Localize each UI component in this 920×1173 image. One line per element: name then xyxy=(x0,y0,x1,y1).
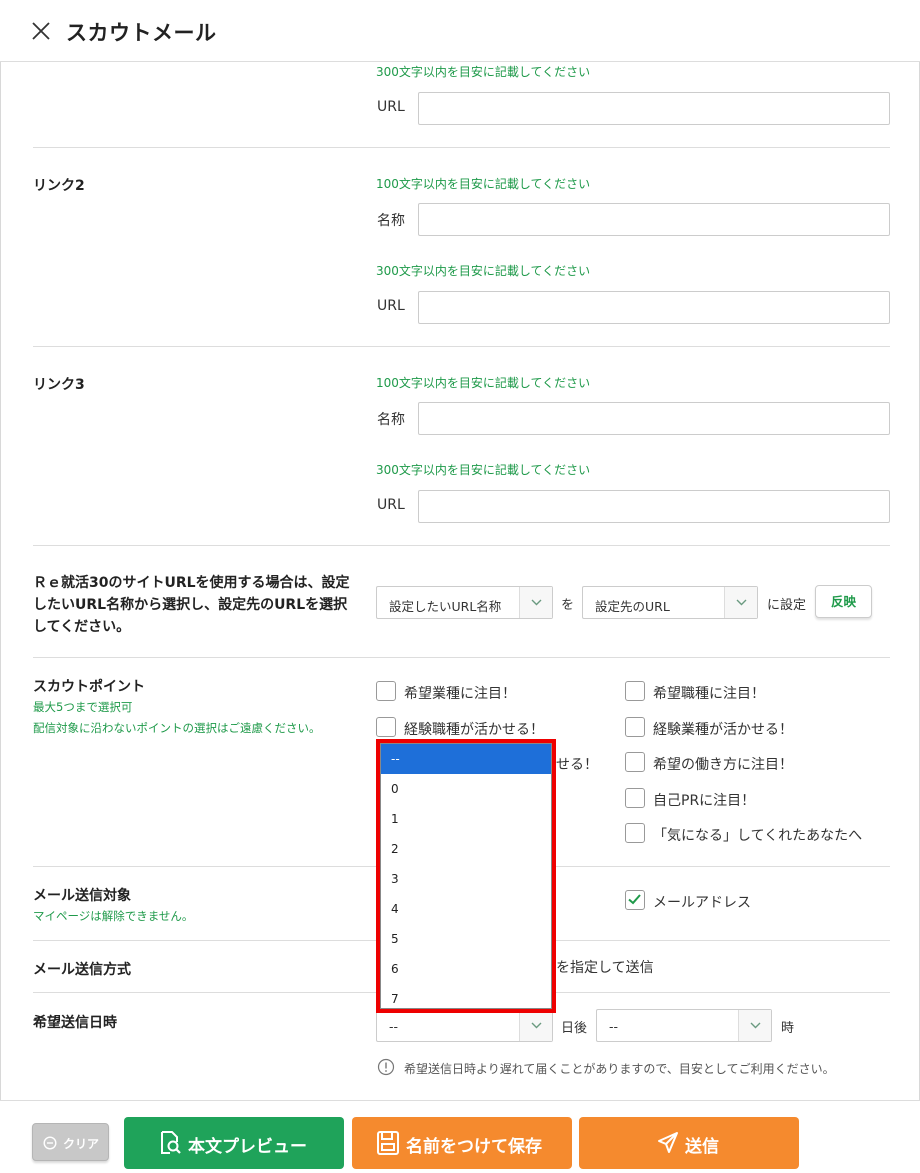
link2-url-label: URL xyxy=(377,298,405,314)
link3-name-label: 名称 xyxy=(377,412,405,428)
link2-url-hint: 300文字以内を目安に記載してください xyxy=(376,264,591,278)
divider xyxy=(33,545,890,546)
page-title: スカウトメール xyxy=(66,21,217,45)
dropdown-option[interactable]: -- xyxy=(381,744,551,774)
url-dest-select[interactable]: 設定先のURL xyxy=(582,586,758,619)
checkbox-label: 自己PRに注目！ xyxy=(653,793,756,809)
link2-label: リンク2 xyxy=(33,178,85,194)
site-url-label-line3: してください。 xyxy=(33,619,131,635)
site-url-label-line2: したいURL名称から選択し、設定先のURLを選択 xyxy=(33,597,348,613)
mail-target-note: マイページは解除できません。 xyxy=(33,909,194,923)
scout-point-label: スカウトポイント xyxy=(33,679,145,695)
footer-bar: クリア 本文プレビュー 名前をつけて保存 送信 xyxy=(0,1100,920,1173)
preview-label: 本文プレビュー xyxy=(188,1137,307,1157)
link2-name-hint: 100文字以内を目安に記載してください xyxy=(376,177,591,191)
check-icon xyxy=(628,894,641,905)
days-select[interactable]: -- xyxy=(376,1009,553,1042)
checkbox-label-partial: せる！ xyxy=(556,757,598,773)
url-dest-select-value: 設定先のURL xyxy=(595,599,670,614)
modal-header: スカウトメール xyxy=(0,0,920,62)
link2-name-input[interactable] xyxy=(418,203,890,236)
checkbox-label: 希望の働き方に注目！ xyxy=(653,757,793,773)
link2-name-label: 名称 xyxy=(377,213,405,229)
site-url-label-line1: Ｒｅ就活30のサイトURLを使用する場合は、設定 xyxy=(33,575,350,591)
days-suffix: 日後 xyxy=(561,1021,588,1036)
scout-point-note1: 最大5つまで選択可 xyxy=(33,700,133,714)
set-text: に設定 xyxy=(767,598,807,613)
link3-url-input[interactable] xyxy=(418,490,890,523)
dropdown-option[interactable]: 0 xyxy=(381,774,551,804)
checkbox-interested[interactable] xyxy=(625,823,645,843)
save-label: 名前をつけて保存 xyxy=(406,1137,542,1157)
dropdown-option[interactable]: 1 xyxy=(381,804,551,834)
dropdown-option[interactable]: 7 xyxy=(381,984,551,1008)
mail-method-option-partial: を指定して送信 xyxy=(556,960,654,976)
dropdown-option[interactable]: 2 xyxy=(381,834,551,864)
send-datetime-label: 希望送信日時 xyxy=(33,1015,117,1031)
send-button[interactable]: 送信 xyxy=(579,1117,799,1169)
mail-method-label: メール送信方式 xyxy=(33,962,131,978)
chevron-down-icon xyxy=(519,1010,552,1041)
link3-name-input[interactable] xyxy=(418,402,890,435)
link3-url-hint: 300文字以内を目安に記載してください xyxy=(376,463,591,477)
dropdown-option[interactable]: 6 xyxy=(381,954,551,984)
divider xyxy=(33,657,890,658)
hour-select-value: -- xyxy=(609,1019,619,1034)
scout-point-note2: 配信対象に沿わないポイントの選択はご遠慮ください。 xyxy=(33,721,321,735)
checkbox-desired-industry[interactable] xyxy=(376,681,396,701)
checkbox-label: 経験業種が活かせる！ xyxy=(653,722,793,738)
checkbox-work-style[interactable] xyxy=(625,752,645,772)
checkbox-label: 希望職種に注目！ xyxy=(653,686,765,702)
link1-url-label: URL xyxy=(377,99,405,115)
link2-url-input[interactable] xyxy=(418,291,890,324)
hour-select[interactable]: -- xyxy=(596,1009,772,1042)
checkbox-desired-job[interactable] xyxy=(625,681,645,701)
save-icon xyxy=(377,1131,399,1155)
link1-url-hint: 300文字以内を目安に記載してください xyxy=(376,65,591,79)
clear-label: クリア xyxy=(63,1137,100,1151)
checkbox-label: メールアドレス xyxy=(653,895,751,911)
chevron-down-icon xyxy=(738,1010,771,1041)
document-search-icon xyxy=(161,1131,181,1154)
days-select-value: -- xyxy=(389,1019,399,1034)
checkbox-experienced-industry[interactable] xyxy=(625,717,645,737)
link3-label: リンク3 xyxy=(33,377,85,393)
checkbox-label: 「気になる」してくれたあなたへ xyxy=(653,828,863,844)
checkbox-label: 希望業種に注目！ xyxy=(404,686,516,702)
checkbox-experienced-job[interactable] xyxy=(376,717,396,737)
send-label: 送信 xyxy=(685,1137,719,1157)
days-dropdown-list: -- 0 1 2 3 4 5 6 7 xyxy=(376,739,556,1013)
url-name-select[interactable]: 設定したいURL名称 xyxy=(376,586,553,619)
chevron-down-icon xyxy=(724,587,757,618)
link3-name-hint: 100文字以内を目安に記載してください xyxy=(376,376,591,390)
dropdown-option[interactable]: 3 xyxy=(381,864,551,894)
close-icon[interactable] xyxy=(30,20,52,42)
reflect-button[interactable]: 反映 xyxy=(815,585,872,618)
preview-button[interactable]: 本文プレビュー xyxy=(124,1117,344,1169)
link1-url-input[interactable] xyxy=(418,92,890,125)
checkbox-label: 経験職種が活かせる！ xyxy=(404,722,544,738)
save-button[interactable]: 名前をつけて保存 xyxy=(352,1117,572,1169)
divider xyxy=(33,346,890,347)
dropdown-option[interactable]: 5 xyxy=(381,924,551,954)
minus-circle-icon xyxy=(43,1136,57,1150)
mail-target-label: メール送信対象 xyxy=(33,888,131,904)
info-icon xyxy=(377,1058,395,1076)
paper-plane-icon xyxy=(658,1132,678,1153)
clear-button[interactable]: クリア xyxy=(32,1123,109,1161)
dropdown-option[interactable]: 4 xyxy=(381,894,551,924)
wo-text: を xyxy=(561,598,575,613)
send-datetime-info: 希望送信日時より遅れて届くことがありますので、目安としてご利用ください。 xyxy=(404,1062,835,1076)
hour-suffix: 時 xyxy=(781,1021,795,1036)
url-name-select-value: 設定したいURL名称 xyxy=(389,599,502,614)
chevron-down-icon xyxy=(519,587,552,618)
dropdown-options: -- 0 1 2 3 4 5 6 7 xyxy=(380,743,552,1009)
checkbox-self-pr[interactable] xyxy=(625,788,645,808)
divider xyxy=(33,147,890,148)
checkbox-email-address[interactable] xyxy=(625,890,645,910)
link3-url-label: URL xyxy=(377,497,405,513)
